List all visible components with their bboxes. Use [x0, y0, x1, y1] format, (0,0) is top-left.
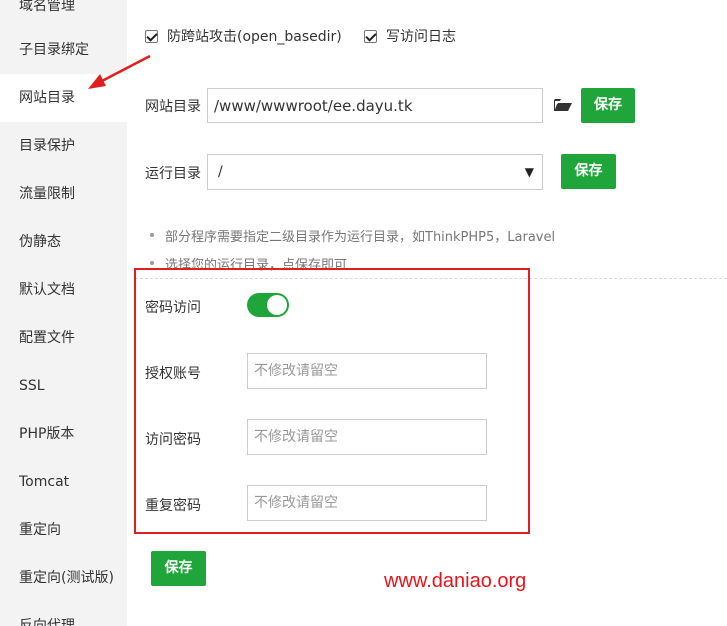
- sidebar-item-directory-protection[interactable]: 目录保护: [0, 122, 127, 170]
- run-dir-selected-value: /: [218, 164, 223, 180]
- anti-xss-checkbox[interactable]: [145, 29, 158, 43]
- run-dir-save-button[interactable]: 保存: [561, 154, 616, 189]
- sidebar-item-redirect-beta[interactable]: 重定向(测试版): [0, 554, 127, 602]
- sidebar-item-ssl[interactable]: SSL: [0, 362, 127, 410]
- site-dir-label: 网站目录: [145, 99, 201, 115]
- sidebar-item-traffic-limit[interactable]: 流量限制: [0, 170, 127, 218]
- site-directory-panel: 防跨站攻击(open_basedir) 写访问日志 网站目录 保存 运行目录 /…: [127, 0, 727, 626]
- sidebar-item-reverse-proxy[interactable]: 反向代理: [0, 602, 127, 626]
- annotation-highlight-box: [134, 268, 530, 534]
- chevron-down-icon: ▼: [524, 165, 534, 179]
- sidebar-item-site-directory[interactable]: 网站目录: [0, 74, 127, 122]
- sidebar: 域名管理 子目录绑定 网站目录 目录保护 流量限制 伪静态 默认文档 配置文件 …: [0, 0, 127, 626]
- access-log-label: 写访问日志: [386, 29, 456, 45]
- anti-xss-label: 防跨站攻击(open_basedir): [167, 29, 342, 45]
- access-log-checkbox[interactable]: [364, 29, 377, 43]
- run-dir-label: 运行目录: [145, 166, 201, 182]
- sidebar-item-tomcat[interactable]: Tomcat: [0, 458, 127, 506]
- site-dir-input[interactable]: [207, 88, 543, 123]
- watermark: www.daniao.org: [384, 570, 527, 592]
- access-log-option[interactable]: 写访问日志: [364, 26, 456, 46]
- sidebar-item-redirect[interactable]: 重定向: [0, 506, 127, 554]
- anti-xss-option[interactable]: 防跨站攻击(open_basedir): [145, 26, 342, 46]
- sidebar-item-default-document[interactable]: 默认文档: [0, 266, 127, 314]
- site-dir-save-button[interactable]: 保存: [581, 88, 635, 123]
- sidebar-item-rewrite[interactable]: 伪静态: [0, 218, 127, 266]
- sidebar-item-subdirectory-binding[interactable]: 子目录绑定: [0, 26, 127, 74]
- folder-open-icon[interactable]: [554, 98, 572, 112]
- sidebar-item-php-version[interactable]: PHP版本: [0, 410, 127, 458]
- sidebar-item-config-file[interactable]: 配置文件: [0, 314, 127, 362]
- run-dir-select[interactable]: / ▼: [207, 154, 543, 190]
- password-save-button[interactable]: 保存: [151, 551, 206, 586]
- tip-line-1: 部分程序需要指定二级目录作为运行目录，如ThinkPHP5，Laravel: [149, 226, 555, 245]
